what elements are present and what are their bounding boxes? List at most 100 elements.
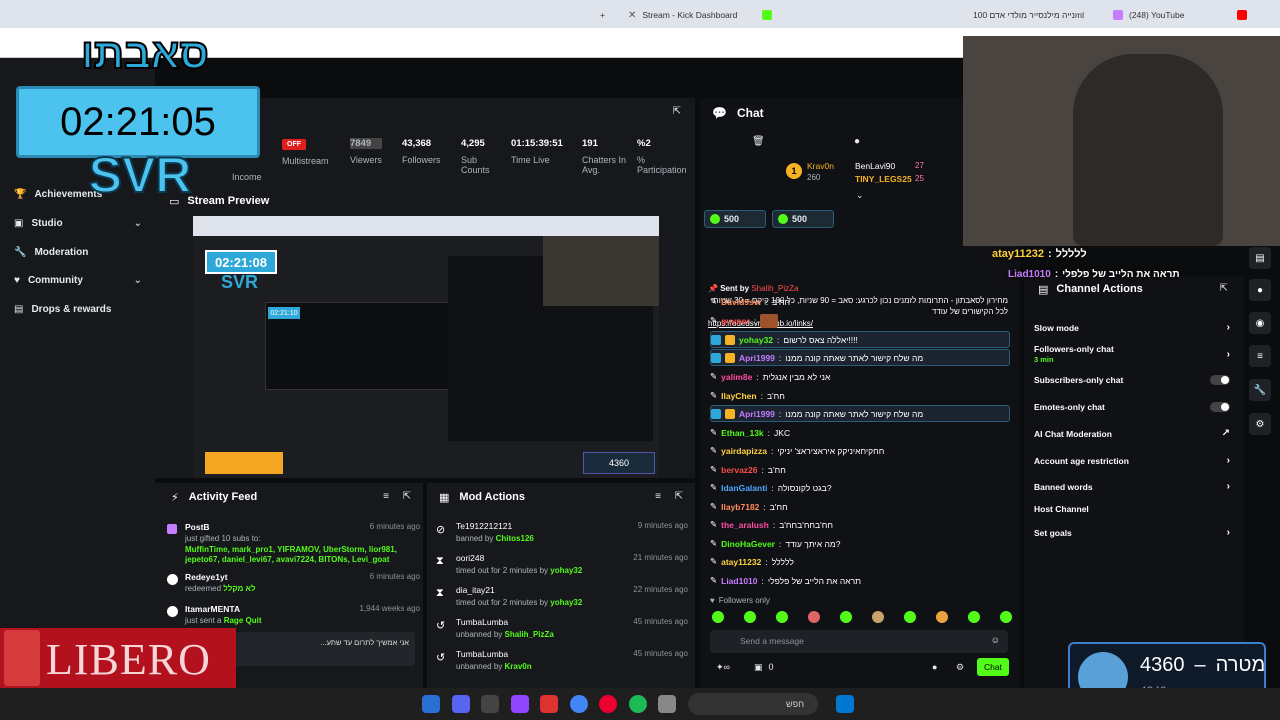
discord-icon[interactable] xyxy=(452,695,470,713)
chat-user[interactable]: IlayChen xyxy=(721,391,756,401)
followers-only-button[interactable]: Followers-only chat 3 min › xyxy=(1034,344,1230,364)
tab-youtube[interactable]: (248) YouTube xyxy=(1105,4,1255,26)
toggle-switch[interactable] xyxy=(1210,402,1230,412)
chat-user[interactable]: atay11232 xyxy=(721,557,761,567)
chat-message[interactable]: ✎ Ilayb7182: חח'ב xyxy=(710,498,1010,515)
mod-by[interactable]: Shalih_PizZa xyxy=(505,630,554,639)
emoji-icon[interactable]: ☺ xyxy=(991,635,1000,645)
chat-bubble-icon[interactable]: ● xyxy=(932,662,937,672)
sidebar-item-community[interactable]: ♥ Community ⌄ xyxy=(14,275,142,286)
ai-moderation-button[interactable]: AI Chat Moderation ↗ xyxy=(1034,428,1230,439)
mod-by[interactable]: yohay32 xyxy=(550,566,582,575)
rail-settings-button[interactable]: ⚙ xyxy=(1249,413,1271,435)
tab-kick-dashboard[interactable]: ✕ Stream - Kick Dashboard xyxy=(620,4,780,26)
emotes-only-toggle[interactable]: Emotes-only chat xyxy=(1034,402,1230,412)
set-goals-button[interactable]: Set goals › xyxy=(1034,527,1230,538)
slow-mode-button[interactable]: Slow mode › xyxy=(1034,322,1230,333)
close-icon[interactable]: ✕ xyxy=(628,10,636,21)
mod-by[interactable]: yohay32 xyxy=(550,598,582,607)
chat-user[interactable]: guypor xyxy=(721,316,750,326)
app-icon[interactable] xyxy=(540,695,558,713)
mod-by[interactable]: Chitos126 xyxy=(496,534,534,543)
chat-message[interactable]: ✎ IlayChen: חח'ב xyxy=(710,387,1010,404)
goal-chip[interactable]: 500 xyxy=(704,210,766,228)
emote-icon[interactable] xyxy=(808,611,820,623)
pinned-sender[interactable]: Shalih_PizZa xyxy=(751,284,798,293)
chat-message[interactable]: ✎ guypor: xyxy=(710,312,1010,329)
emote-icon[interactable] xyxy=(872,611,884,623)
popout-icon[interactable]: ⇱ xyxy=(1220,283,1228,294)
spotify-icon[interactable] xyxy=(629,695,647,713)
leader-name[interactable]: TINY_LEGS25 xyxy=(855,174,912,184)
toggle-switch[interactable] xyxy=(1210,375,1230,385)
sidebar-item-moderation[interactable]: 🔧 Moderation xyxy=(14,247,142,258)
rail-broadcast-button[interactable]: ◉ xyxy=(1249,312,1271,334)
sidebar-item-studio[interactable]: ▣ Studio ⌄ xyxy=(14,218,142,229)
taskbar-search[interactable]: חפש xyxy=(688,693,818,715)
twitch-icon[interactable] xyxy=(511,695,529,713)
stream-preview-video[interactable]: 02:21:08 SVR 02:21:10 4360 xyxy=(193,216,659,478)
host-channel-button[interactable]: Host Channel xyxy=(1034,504,1230,514)
emote-icon[interactable] xyxy=(712,611,724,623)
chat-user[interactable]: Apri1999 xyxy=(739,409,775,419)
chat-user[interactable]: David9svr xyxy=(721,297,762,307)
chat-user[interactable]: Apri1999 xyxy=(739,353,775,363)
chat-user[interactable]: the_aralush xyxy=(721,520,769,530)
subscribers-only-toggle[interactable]: Subscribers-only chat xyxy=(1034,375,1230,385)
chat-message[interactable]: Apri1999: מה שלח קישור לאתר שאתה קונה ממנ… xyxy=(710,405,1010,422)
goal-chip[interactable]: 500 xyxy=(772,210,834,228)
chat-user[interactable]: bervaz26 xyxy=(721,465,757,475)
popout-icon[interactable]: ⇱ xyxy=(673,106,681,117)
windows-start-icon[interactable] xyxy=(836,695,854,713)
chat-message[interactable]: ✎ Liad1010: תראה את הלייב של פלפלי xyxy=(710,572,1010,589)
chat-input[interactable]: Send a message ☺ xyxy=(710,630,1008,653)
leader-name[interactable]: Krav0n xyxy=(807,161,834,171)
chat-message[interactable]: ✎ Ethan_13k: JKC xyxy=(710,424,1010,441)
obs-icon[interactable] xyxy=(599,695,617,713)
telegram-icon[interactable] xyxy=(422,695,440,713)
send-chat-button[interactable]: Chat xyxy=(977,658,1009,676)
chrome-icon[interactable] xyxy=(570,695,588,713)
chat-message[interactable]: Apri1999: מה שלח קישור לאתר שאתה קונה ממנ… xyxy=(710,349,1010,366)
sidebar-item-drops[interactable]: ▤ Drops & rewards xyxy=(14,304,142,315)
kicks-counter[interactable]: ▣ 0 xyxy=(754,662,774,673)
chat-message[interactable]: ✎ DinoHaGever: מה איתך עודד? xyxy=(710,535,1010,552)
leader-name[interactable]: BenLavi90 xyxy=(855,161,895,171)
trash-icon[interactable]: 🗑 xyxy=(752,136,765,147)
emote-icon[interactable] xyxy=(744,611,756,623)
chat-bubble-icon[interactable]: ● xyxy=(854,136,860,147)
rail-notes-button[interactable]: ▤ xyxy=(1249,247,1271,269)
emote-icon[interactable] xyxy=(936,611,948,623)
chat-user[interactable]: IdanGalanti xyxy=(721,483,767,493)
rail-mod-button[interactable]: 🔧 xyxy=(1249,379,1271,401)
gear-icon[interactable]: ⚙ xyxy=(956,662,964,673)
emote-icon[interactable] xyxy=(1000,611,1012,623)
chat-user[interactable]: Ethan_13k xyxy=(721,428,764,438)
chat-message[interactable]: ✎ yalim8e: אני לא מבין אנגלית xyxy=(710,368,1010,385)
popout-icon[interactable]: ⇱ xyxy=(675,491,683,502)
tab-perfume[interactable]: נייה מילנסייר מולדי אדם 100ml xyxy=(965,4,1095,26)
chat-user[interactable]: yohay32 xyxy=(739,335,773,345)
banned-words-button[interactable]: Banned words › xyxy=(1034,481,1230,492)
chat-message[interactable]: ✎ the_aralush: חח'בחח'בחח'ב xyxy=(710,516,1010,533)
mod-by[interactable]: Krav0n xyxy=(505,662,532,671)
emote-icon[interactable] xyxy=(968,611,980,623)
chat-message[interactable]: ✎ bervaz26: חח'ב xyxy=(710,461,1010,478)
chat-user[interactable]: yalim8e xyxy=(721,372,752,382)
chevron-down-icon[interactable]: ⌄ xyxy=(856,190,864,201)
new-tab-button[interactable]: + xyxy=(600,4,618,26)
chat-user[interactable]: Liad1010 xyxy=(721,576,757,586)
emote-icon[interactable] xyxy=(904,611,916,623)
rail-chat-button[interactable]: ● xyxy=(1249,279,1271,301)
chat-message[interactable]: ✎ David9svr: חח'ב xyxy=(710,293,1010,310)
rail-activity-button[interactable]: ≡ xyxy=(1249,345,1271,367)
file-explorer-icon[interactable] xyxy=(658,695,676,713)
app-icon[interactable] xyxy=(481,695,499,713)
points-display[interactable]: ✦∞ xyxy=(716,662,730,673)
emote-icon[interactable] xyxy=(776,611,788,623)
account-age-button[interactable]: Account age restriction › xyxy=(1034,455,1230,466)
chat-message[interactable]: ✎ atay11232: ללללל xyxy=(710,553,1010,570)
chat-user[interactable]: Ilayb7182 xyxy=(721,502,759,512)
filter-icon[interactable]: ≡ xyxy=(655,491,661,502)
chat-message[interactable]: ✎ yairdapizza: חחקיחאיניקק איראציראצ' יניק… xyxy=(710,442,1010,459)
